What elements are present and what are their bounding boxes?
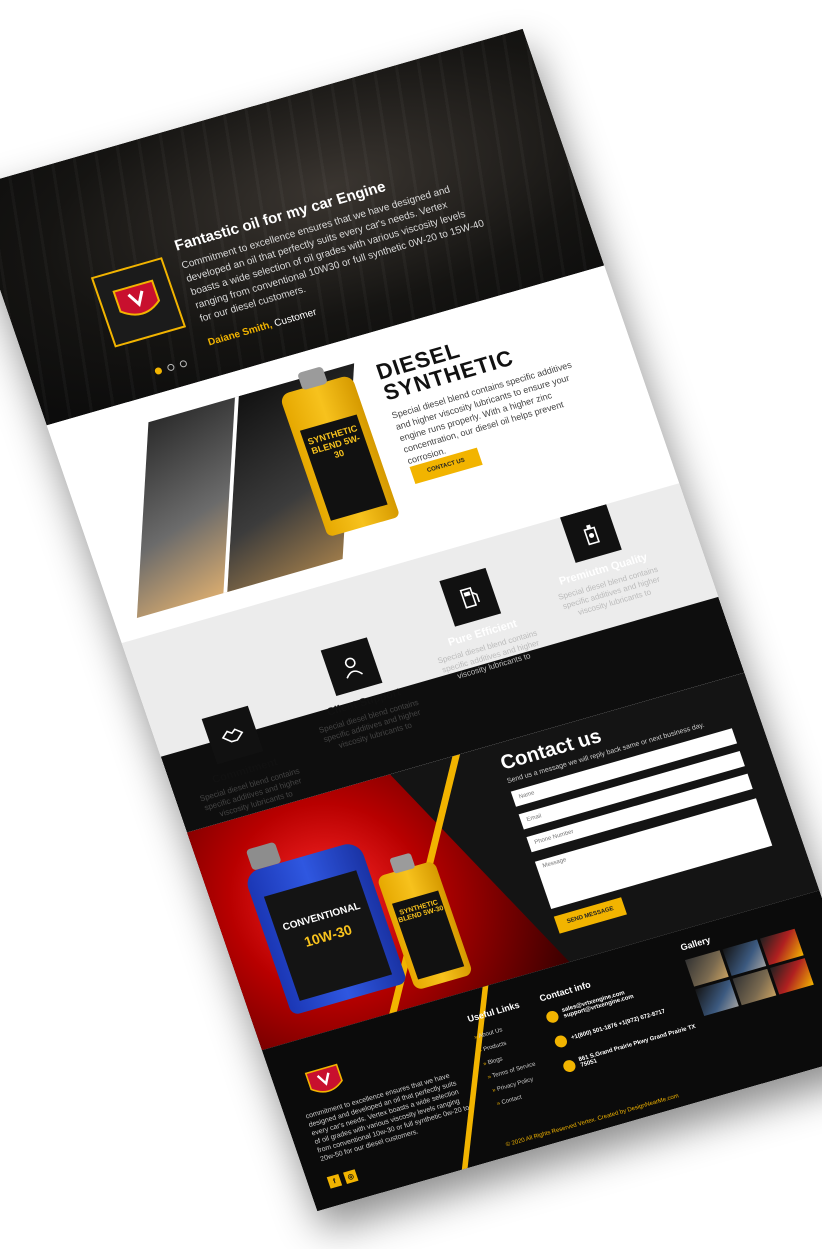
user-support-icon	[320, 637, 383, 697]
gallery-image[interactable]	[770, 958, 814, 995]
footer-vertex-logo-icon	[304, 1063, 343, 1093]
gallery-title: Gallery	[679, 934, 712, 953]
handshake-icon	[201, 705, 264, 765]
website-page: Fantastic oil for my car Engine Commitme…	[0, 28, 822, 1212]
useful-links-list: About Us Products Blogs Terms of Service…	[472, 1018, 547, 1111]
facebook-icon[interactable]: f	[326, 1173, 343, 1189]
gallery-image[interactable]	[732, 968, 777, 1006]
location-icon	[561, 1058, 578, 1074]
mockup-stage: Fantastic oil for my car Engine Commitme…	[0, 0, 822, 1249]
shield-logo-icon	[112, 279, 161, 316]
jug-label: CONVENTIONAL 10W-30	[263, 870, 393, 1001]
contact-info-title: Contact info	[538, 979, 592, 1004]
email-icon	[544, 1009, 561, 1025]
phone-icon	[553, 1034, 569, 1049]
fuel-pump-icon	[439, 567, 502, 627]
gallery-image[interactable]	[695, 979, 739, 1016]
instagram-icon[interactable]: ◎	[343, 1169, 359, 1184]
